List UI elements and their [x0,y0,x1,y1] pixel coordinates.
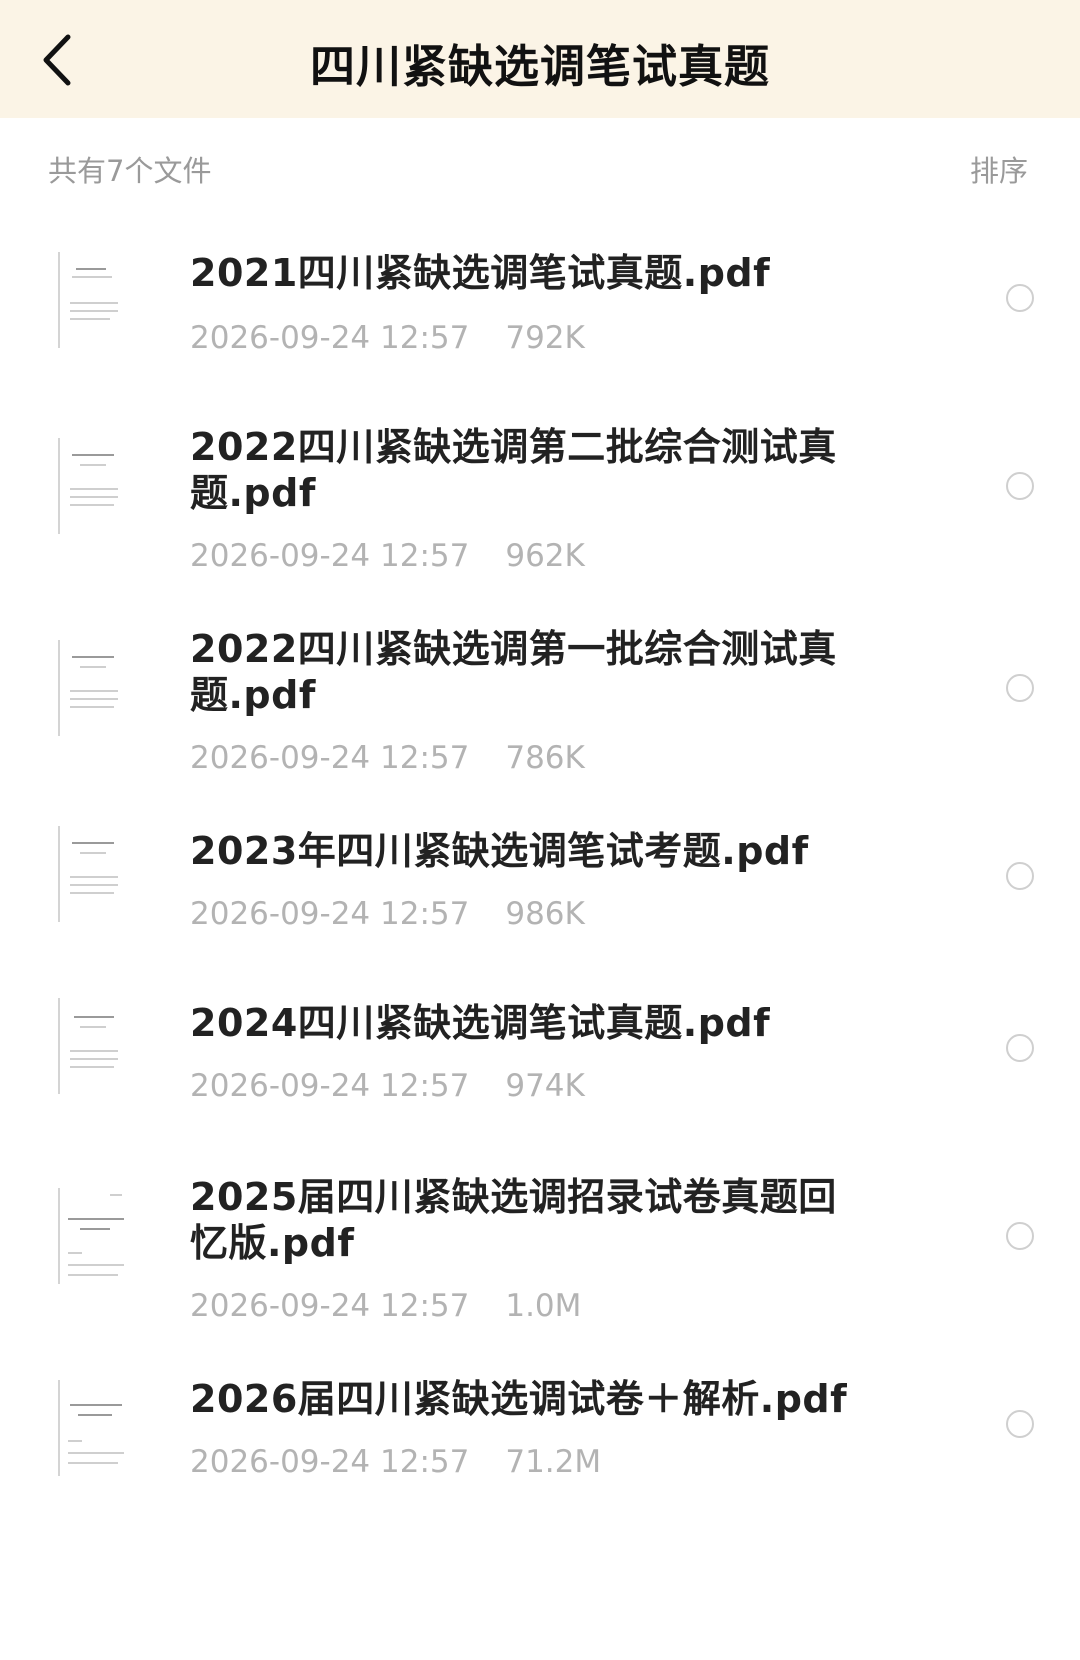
file-size: 974K [505,1068,585,1104]
file-size: 71.2M [505,1444,602,1480]
pdf-thumbnail-icon [58,998,126,1094]
file-name: 2025届四川紧缺选调招录试卷真题回忆版.pdf [190,1175,837,1265]
file-date: 2026-09-24 12:57 [190,538,470,574]
top-bar: 四川紧缺选调笔试真题 [0,0,1080,118]
file-size: 792K [505,320,585,356]
file-meta: 2026-09-24 12:57 1.0M [190,1288,581,1324]
file-date: 2026-09-24 12:57 [190,1444,470,1480]
file-count-label: 共有7个文件 [48,154,212,188]
file-name: 2021四川紧缺选调笔试真题.pdf [190,251,771,295]
pdf-thumbnail-icon [58,1380,132,1476]
page-title: 四川紧缺选调笔试真题 [309,40,770,93]
select-radio[interactable] [1006,862,1034,890]
file-size: 786K [505,740,585,776]
pdf-thumbnail-icon [58,826,126,922]
select-radio[interactable] [1006,674,1034,702]
file-meta: 2026-09-24 12:57 71.2M [190,1444,601,1480]
pdf-thumbnail-icon [58,1188,132,1284]
file-date: 2026-09-24 12:57 [190,740,470,776]
select-radio[interactable] [1006,1410,1034,1438]
select-radio[interactable] [1006,1034,1034,1062]
select-radio[interactable] [1006,472,1034,500]
summary-row: 共有7个文件 排序 [0,118,1080,218]
file-name: 2022四川紧缺选调第一批综合测试真题.pdf [190,627,837,717]
file-size: 986K [505,896,585,932]
file-meta: 2026-09-24 12:57 962K [190,538,585,574]
file-name: 2023年四川紧缺选调笔试考题.pdf [190,829,809,873]
pdf-thumbnail-icon [58,438,126,534]
file-meta: 2026-09-24 12:57 986K [190,896,585,932]
file-size: 962K [505,538,585,574]
file-meta: 2026-09-24 12:57 974K [190,1068,585,1104]
select-radio[interactable] [1006,284,1034,312]
file-meta: 2026-09-24 12:57 786K [190,740,585,776]
file-date: 2026-09-24 12:57 [190,896,470,932]
file-name: 2026届四川紧缺选调试卷＋解析.pdf [190,1377,848,1421]
file-meta: 2026-09-24 12:57 792K [190,320,585,356]
file-size: 1.0M [505,1288,582,1324]
file-date: 2026-09-24 12:57 [190,1288,470,1324]
pdf-thumbnail-icon [58,640,126,736]
file-name: 2022四川紧缺选调第二批综合测试真题.pdf [190,425,837,515]
file-name: 2024四川紧缺选调笔试真题.pdf [190,1001,771,1045]
sort-button[interactable]: 排序 [970,148,1028,190]
select-radio[interactable] [1006,1222,1034,1250]
file-date: 2026-09-24 12:57 [190,1068,470,1104]
pdf-thumbnail-icon [58,252,126,348]
file-date: 2026-09-24 12:57 [190,320,470,356]
